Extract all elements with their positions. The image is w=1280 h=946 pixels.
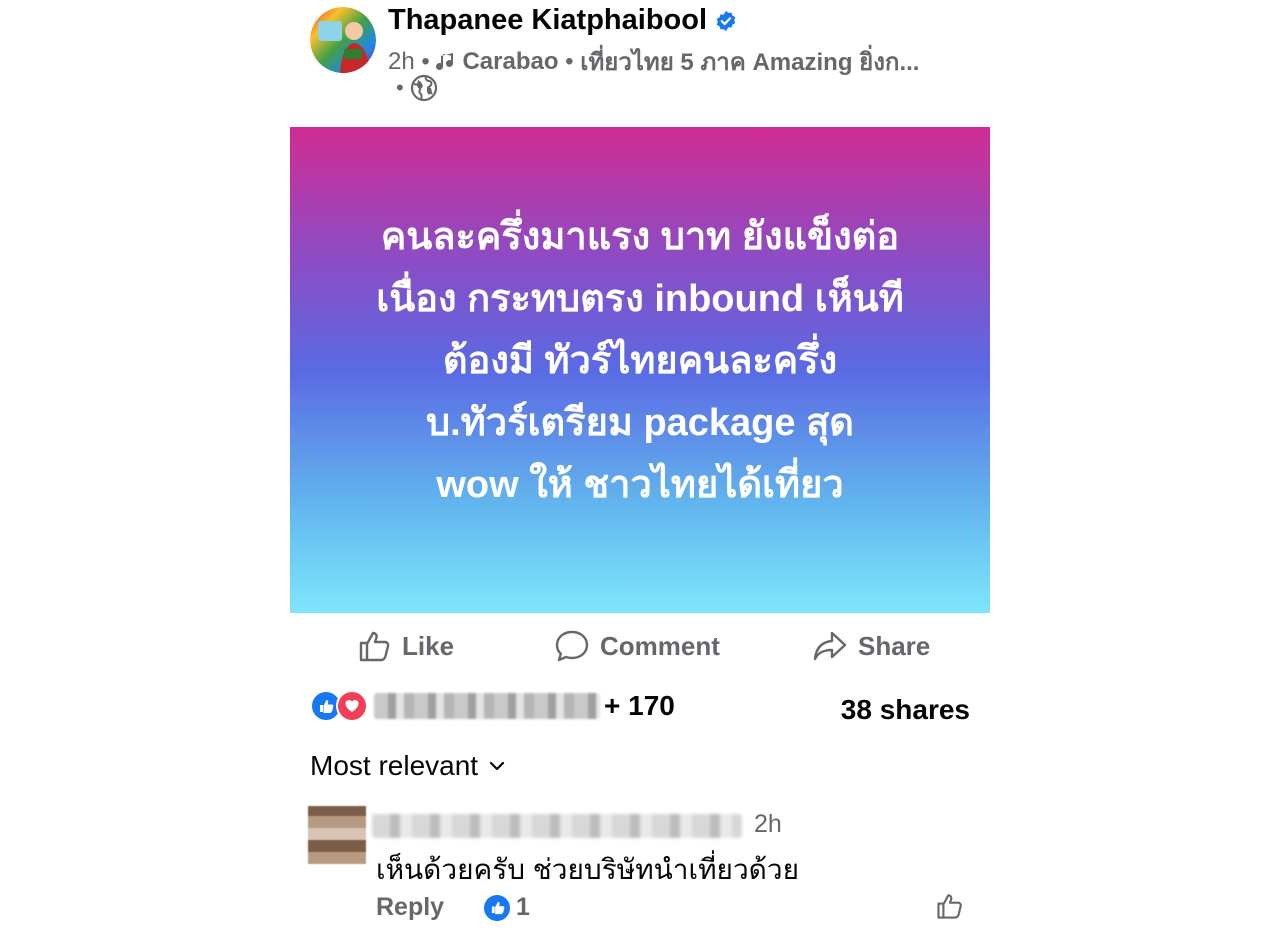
thumbs-up-icon [937,894,962,919]
comment-like-button[interactable] [936,892,964,925]
post-time[interactable]: 2h [388,48,415,76]
share-arrow-icon [813,631,847,661]
post-body-line: บ.ทัวร์เตรียม package สุด [426,402,854,444]
comment-sort-dropdown[interactable]: Most relevant [310,750,506,782]
reply-button[interactable]: Reply [376,893,444,922]
post-text-background[interactable]: คนละครึ่งมาแรง บาท ยังแข็งต่อ เนื่อง กระ… [290,127,990,613]
comment-like-number: 1 [516,893,530,921]
music-note-icon [436,52,454,70]
meta-separator: • [396,75,410,100]
meta-separator: • [414,47,437,75]
like-button[interactable]: Like [358,620,454,672]
post-body-line: ต้องมี ทัวร์ไทยคนละครึ่ง [442,340,838,382]
thumbs-up-icon [359,631,390,662]
like-reaction-icon [484,894,510,921]
commenter-name-blurred[interactable] [372,814,742,838]
post-privacy: • [396,74,438,102]
comment-label: Comment [600,630,720,661]
verified-badge-icon [716,10,736,31]
share-count[interactable]: 38 shares [841,694,970,726]
comment-time[interactable]: 2h [754,810,782,839]
reactions-summary[interactable]: + 170 [310,690,675,722]
comment-text: เห็นด้วยครับ ช่วยบริษัทนำเที่ยวด้วย [376,854,799,885]
music-song[interactable]: เที่ยวไทย 5 ภาค Amazing ยิ่งก... [580,42,919,81]
post-body-line: wow ให้ ชาวไทยได้เที่ยว [436,464,844,506]
author-name[interactable]: Thapanee Kiatphaibool [388,4,737,37]
comment-like-count[interactable]: 1 [484,893,530,922]
share-button[interactable]: Share [812,620,930,672]
meta-separator: • [558,47,581,75]
comment-button[interactable]: Comment [554,620,720,672]
post-body-line: เนื่อง กระทบตรง inbound เห็นที [376,278,904,320]
music-artist[interactable]: Carabao [462,48,558,76]
commenter-avatar[interactable] [308,806,366,864]
globe-icon[interactable] [410,74,438,102]
blurred-reactor-names [374,693,600,719]
love-reaction-icon [336,690,368,722]
post-action-bar: Like Comment Share [290,620,990,672]
post-body-line: คนละครึ่งมาแรง บาท ยังแข็งต่อ [380,216,900,258]
comment-bubble-icon [555,630,589,662]
reaction-count: + 170 [604,690,675,721]
like-label: Like [402,630,455,661]
post-meta: 2h • Carabao • เที่ยวไทย 5 ภาค Amazing ย… [388,42,919,81]
author-avatar[interactable] [310,7,376,73]
post-body: คนละครึ่งมาแรง บาท ยังแข็งต่อ เนื่อง กระ… [330,206,950,516]
author-name-text[interactable]: Thapanee Kiatphaibool [388,4,707,37]
facebook-post: Thapanee Kiatphaibool 2h • Carabao • เที… [290,0,990,946]
share-label: Share [858,630,931,661]
chevron-down-icon [489,761,505,771]
comment-sort-label: Most relevant [310,750,479,781]
